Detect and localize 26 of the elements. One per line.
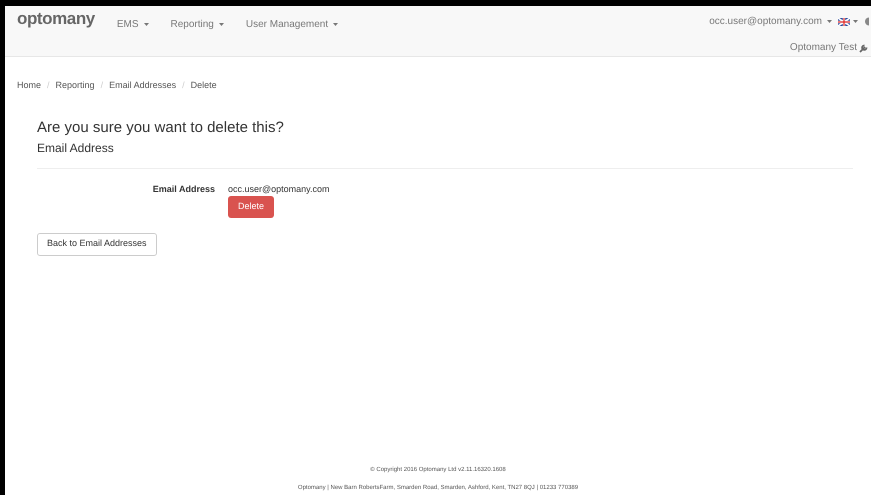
field-value: occ.user@optomany.com [228,183,330,196]
back-button[interactable]: Back to Email Addresses [37,232,157,256]
breadcrumb-item[interactable]: Home [17,78,42,92]
wrench-icon [859,42,869,52]
breadcrumb-separator: / [181,78,186,92]
account-link[interactable]: Optomany Test [790,40,857,55]
delete-button[interactable]: Delete [228,196,274,218]
caret-icon [827,20,832,23]
flag-icon[interactable] [838,18,850,26]
breadcrumb-separator: / [46,78,51,92]
nav-menu[interactable]: User Management [246,18,338,30]
caret-icon[interactable] [853,20,858,23]
breadcrumb-item[interactable]: Email Addresses [109,78,176,92]
brand-logo[interactable]: optomany [17,9,95,29]
nav-menu[interactable]: EMS [116,18,148,30]
page-subheading: Email Address [37,141,115,155]
breadcrumb-item[interactable]: Reporting [56,78,95,92]
nav-menu[interactable]: Reporting [170,18,224,30]
user-menu[interactable]: occ.user@optomany.com [709,14,832,29]
page-heading: Are you sure you want to delete this? [37,119,285,137]
caret-icon [218,22,224,26]
breadcrumb-item: Delete [190,78,217,92]
breadcrumb-separator: / [100,78,104,92]
field-label: Email Address [152,183,215,196]
caret-icon [144,22,148,26]
caret-icon [333,22,338,26]
